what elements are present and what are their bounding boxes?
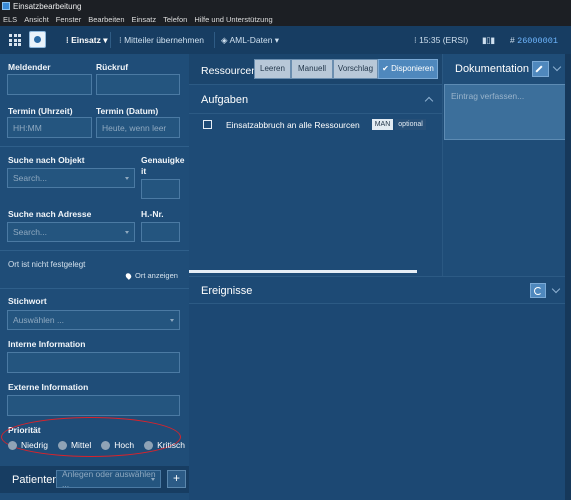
app-logo (29, 31, 46, 48)
suche-adresse-select[interactable]: Search... (7, 222, 135, 242)
menu-fenster[interactable]: Fenster (56, 15, 81, 24)
patienten-label: Patienten (12, 474, 59, 486)
aufgaben-title: Aufgaben (201, 94, 249, 106)
prioritaet-radio-group: Niedrig Mittel Hoch Kritisch (8, 440, 195, 450)
map-pin-icon (124, 272, 133, 280)
patienten-bar: Patienten Anlegen oder auswählen ... + (0, 466, 189, 493)
interne-info-label: Interne Information (8, 339, 86, 349)
chevron-down-icon[interactable] (551, 284, 561, 294)
task-tag-man: MAN (371, 119, 394, 130)
aml-daten-menu[interactable]: ◈ AML-Daten ▾ (221, 35, 279, 46)
prioritaet-niedrig[interactable]: Niedrig (8, 440, 48, 450)
status-dots: ▮▯▮ (482, 35, 495, 45)
dokumentation-textarea[interactable]: Eintrag verfassen... (444, 84, 571, 140)
vorschlag-button[interactable]: Vorschlag (333, 59, 378, 79)
prioritaet-kritisch[interactable]: Kritisch (144, 440, 185, 450)
meldender-input[interactable] (7, 74, 92, 95)
dokumentation-header: Dokumentation (443, 54, 571, 84)
app-icon (2, 2, 10, 10)
radio-icon (8, 440, 17, 450)
suche-objekt-label: Suche nach Objekt (8, 155, 85, 165)
check-icon: ✔ (382, 64, 392, 73)
menu-telefon[interactable]: Telefon (163, 15, 187, 24)
ereignisse-panel: Ereignisse (189, 276, 571, 500)
chevron-down-icon[interactable] (552, 62, 562, 72)
horizontal-scrollbar[interactable] (189, 270, 417, 273)
task-tag-optional: optional (395, 119, 426, 130)
genauigkeit-input[interactable] (141, 179, 180, 199)
aufgaben-header[interactable]: Aufgaben (189, 84, 442, 114)
menu-bearbeiten[interactable]: Bearbeiten (88, 15, 124, 24)
window-edge (565, 54, 571, 500)
radio-icon (144, 440, 154, 450)
menu-ansicht[interactable]: Ansicht (24, 15, 49, 24)
mitteiler-button[interactable]: ⁝ Mitteiler übernehmen (119, 35, 204, 46)
stichwort-select[interactable]: Auswählen ... (7, 310, 180, 330)
interne-info-input[interactable] (7, 352, 180, 373)
menu-hilfe[interactable]: Hilfe und Unterstützung (194, 15, 272, 24)
refresh-icon (534, 287, 542, 295)
menu-einsatz[interactable]: Einsatz (132, 15, 157, 24)
ereignisse-header: Ereignisse (189, 277, 571, 304)
dokumentation-title: Dokumentation (455, 63, 529, 75)
prioritaet-hoch[interactable]: Hoch (101, 440, 134, 450)
hash-icon: # (510, 35, 515, 45)
chevron-down-icon (151, 478, 155, 481)
clock-display: ⁝ 15:35 (ERSI) (414, 35, 469, 45)
dokumentation-panel: Dokumentation Eintrag verfassen... (442, 54, 571, 276)
termin-uhrzeit-input[interactable]: HH:MM (7, 117, 92, 138)
suche-adresse-label: Suche nach Adresse (8, 209, 92, 219)
ort-status-text: Ort ist nicht festgelegt (8, 260, 86, 269)
stichwort-label: Stichwort (8, 296, 47, 306)
ressourcen-header: Ressourcen Leeren Manuell Vorschlag ✔ Di… (189, 54, 442, 84)
chevron-down-icon (125, 231, 129, 234)
add-patient-button[interactable]: + (167, 470, 186, 488)
ort-anzeigen-link[interactable]: Ort anzeigen (124, 271, 178, 280)
title-bar: Einsatzbearbeitung (0, 0, 571, 12)
einsatz-menu[interactable]: ⁝ Einsatz ▾ (66, 35, 107, 46)
termin-datum-input[interactable]: Heute, wenn leer (96, 117, 180, 138)
ressourcen-panel: Ressourcen Leeren Manuell Vorschlag ✔ Di… (189, 54, 442, 276)
externe-info-input[interactable] (7, 395, 180, 416)
app-grid-icon[interactable] (9, 34, 21, 46)
radio-icon (101, 440, 111, 450)
einsatz-id: # 26000001 (510, 35, 558, 46)
prioritaet-mittel[interactable]: Mittel (57, 440, 91, 450)
rueckruf-input[interactable] (96, 74, 180, 95)
hnr-label: H.-Nr. (141, 209, 164, 219)
suche-objekt-select[interactable]: Search... (7, 168, 135, 188)
ereignisse-title: Ereignisse (201, 285, 253, 297)
meldender-label: Meldender (8, 62, 51, 72)
leeren-button[interactable]: Leeren (254, 59, 291, 79)
radio-icon (57, 440, 67, 450)
menu-els[interactable]: ELS (3, 15, 17, 24)
genauigkeit-label: Genauigke it (141, 155, 185, 176)
edit-button[interactable] (532, 61, 549, 77)
disponieren-button[interactable]: ✔ Disponieren (378, 59, 438, 79)
termin-datum-label: Termin (Datum) (96, 106, 159, 116)
task-item: Einsatzabbruch an alle Ressourcen MAN op… (203, 119, 426, 130)
task-checkbox[interactable] (203, 120, 212, 129)
annotation-ellipse (1, 417, 181, 457)
termin-uhrzeit-label: Termin (Uhrzeit) (8, 106, 73, 116)
menu-bar: ELS Ansicht Fenster Bearbeiten Einsatz T… (0, 12, 571, 26)
externe-info-label: Externe Information (8, 382, 89, 392)
patienten-select[interactable]: Anlegen oder auswählen ... (56, 469, 161, 489)
toolbar: ⁝ Einsatz ▾ ⁝ Mitteiler übernehmen ◈ AML… (0, 26, 571, 54)
chevron-down-icon (125, 177, 129, 180)
pencil-icon (535, 65, 543, 73)
refresh-button[interactable] (530, 283, 546, 298)
window-title: Einsatzbearbeitung (13, 1, 82, 11)
task-text: Einsatzabbruch an alle Ressourcen (226, 119, 360, 130)
rueckruf-label: Rückruf (96, 62, 129, 72)
manuell-button[interactable]: Manuell (291, 59, 333, 79)
chevron-up-icon[interactable] (424, 96, 434, 106)
hnr-input[interactable] (141, 222, 180, 242)
ressourcen-title: Ressourcen (201, 65, 258, 77)
chevron-down-icon (170, 319, 174, 322)
